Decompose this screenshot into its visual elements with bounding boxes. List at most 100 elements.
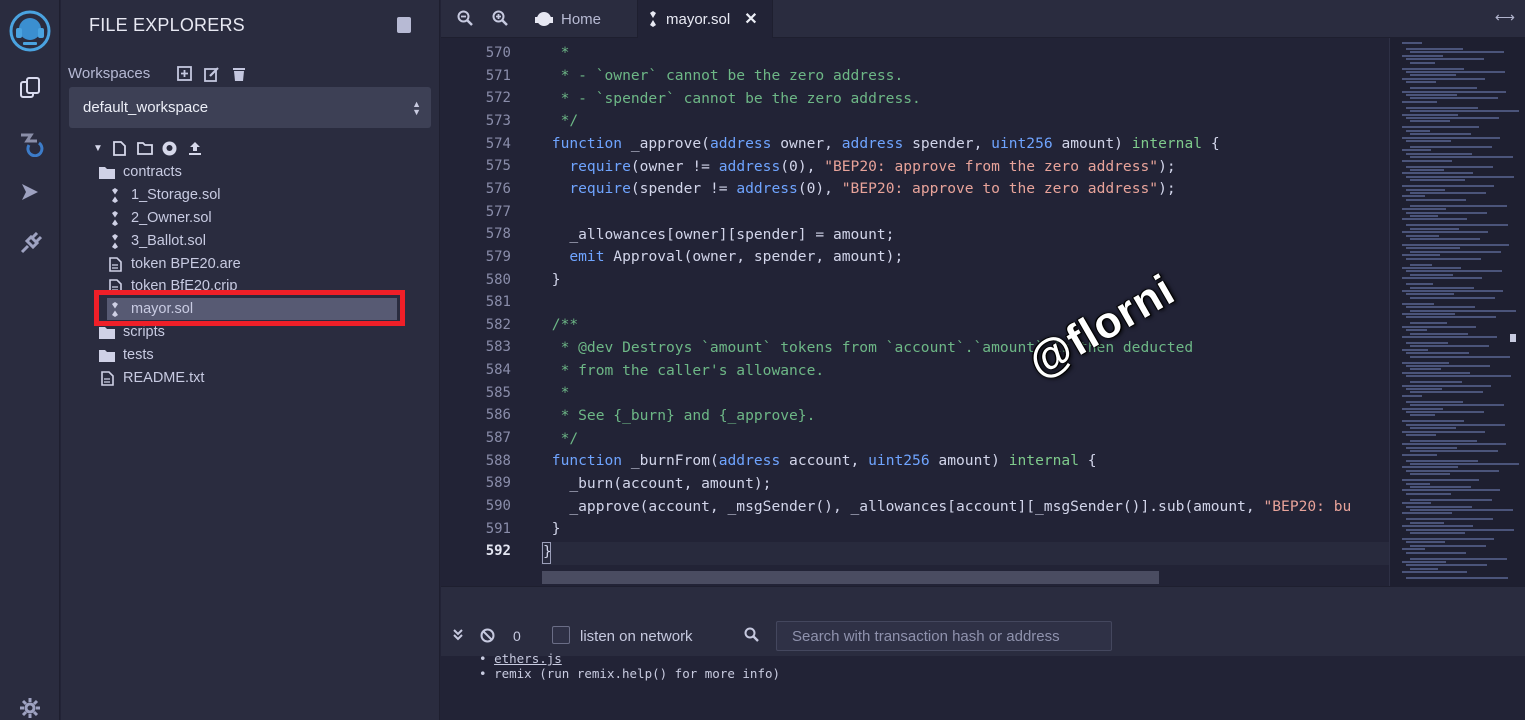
tab-active-label: mayor.sol xyxy=(666,10,731,28)
line-number: 583 xyxy=(485,339,511,356)
code-editor[interactable]: 570 571 572 573 574 575 576 577 578 579 580 581 582 5… xyxy=(441,38,1389,586)
clear-terminal-icon[interactable] xyxy=(480,628,495,646)
folder-icon xyxy=(99,164,115,180)
file-tree-file[interactable]: README.txt xyxy=(99,367,204,389)
create-workspace-icon[interactable] xyxy=(175,64,194,83)
minimap-line xyxy=(1402,407,1443,410)
solidity-file-icon xyxy=(107,187,123,203)
terminal-output: • ethers.js • remix (run remix.help() fo… xyxy=(441,651,1525,720)
minimap-line xyxy=(1410,97,1498,100)
minimap-line xyxy=(1410,450,1498,453)
minimap-line xyxy=(1402,302,1434,305)
expand-horizontal-icon[interactable]: ⟷ xyxy=(1495,9,1515,26)
listen-network-checkbox[interactable] xyxy=(552,626,570,644)
folder-icon xyxy=(99,347,115,363)
rename-workspace-icon[interactable] xyxy=(202,64,221,83)
docs-book-icon[interactable] xyxy=(397,17,411,33)
minimap-line xyxy=(1406,106,1478,109)
editor-minimap[interactable] xyxy=(1389,38,1525,586)
terminal-toolbar: 0 listen on network Search with transact… xyxy=(441,586,1525,656)
file-tree-file[interactable]: 2_Owner.sol xyxy=(107,207,212,229)
minimap-line xyxy=(1402,42,1422,44)
panel-title: FILE EXPLORERS xyxy=(89,15,245,35)
minimap-line xyxy=(1402,313,1455,315)
horizontal-scrollbar[interactable] xyxy=(542,571,1159,584)
remix-logo-icon[interactable] xyxy=(0,8,60,54)
minimap-line xyxy=(1402,325,1476,328)
compiler-icon[interactable] xyxy=(0,122,60,162)
minimap-line xyxy=(1410,87,1477,90)
minimap-line xyxy=(1402,67,1464,70)
minimap-line xyxy=(1402,561,1446,563)
settings-gear-icon[interactable] xyxy=(19,697,41,719)
select-arrows-icon: ▲ ▼ xyxy=(412,99,421,117)
minimap-line xyxy=(1410,557,1507,560)
plugin-manager-icon[interactable] xyxy=(0,224,60,264)
code-line-586: * See {_burn} and {_approve}. xyxy=(543,407,816,424)
code-line-576: require(spender != address(0), "BEP20: a… xyxy=(543,180,1176,197)
new-file-icon[interactable] xyxy=(111,140,128,157)
minimap-line xyxy=(1406,482,1430,485)
minimap-line xyxy=(1402,185,1494,188)
minimap-line xyxy=(1406,152,1472,155)
new-folder-icon[interactable] xyxy=(136,140,153,157)
minimap-line xyxy=(1410,250,1501,253)
minimap-slider[interactable] xyxy=(1510,334,1516,342)
code-line-570: * xyxy=(543,44,570,61)
file-tree-folder[interactable]: tests xyxy=(99,344,154,366)
minimap-line xyxy=(1406,283,1433,286)
file-explorer-icon[interactable] xyxy=(0,68,60,108)
minimap-line xyxy=(1402,244,1509,246)
minimap-line xyxy=(1402,420,1464,423)
minimap-line xyxy=(1402,502,1431,505)
tab-home-label: Home xyxy=(561,10,602,28)
tab-home[interactable]: Home xyxy=(535,0,601,38)
folder-icon xyxy=(99,324,115,340)
upload-icon[interactable] xyxy=(186,140,203,157)
file-tree-file[interactable]: 1_Storage.sol xyxy=(107,184,220,206)
code-line-585: * xyxy=(543,384,570,401)
workspace-select[interactable]: default_workspace ▲ ▼ xyxy=(69,87,431,128)
github-icon[interactable] xyxy=(161,140,178,157)
code-line-574: function _approve(address owner, address… xyxy=(543,135,1220,152)
minimap-line xyxy=(1402,90,1506,93)
code-line-588: function _burnFrom(address account, uint… xyxy=(543,452,1097,469)
minimap-line xyxy=(1406,188,1445,191)
deploy-icon[interactable] xyxy=(0,172,60,212)
caret-down-icon[interactable]: ▼ xyxy=(93,140,103,157)
minimap-line xyxy=(1402,548,1425,551)
minimap-line xyxy=(1410,61,1435,64)
collapse-terminal-icon[interactable] xyxy=(452,628,464,644)
minimap-line xyxy=(1406,492,1451,495)
file-tree-label: token BPE20.are xyxy=(131,256,241,272)
minimap-line xyxy=(1410,322,1447,325)
tab-mayor-sol[interactable]: mayor.sol ✕ xyxy=(637,0,773,38)
transaction-search-input[interactable]: Search with transaction hash or address xyxy=(776,621,1112,651)
line-number: 589 xyxy=(485,475,511,492)
minimap-line xyxy=(1402,443,1506,446)
minimap-line xyxy=(1410,473,1450,476)
file-tree-folder[interactable]: contracts xyxy=(99,161,182,183)
minimap-line xyxy=(1402,571,1467,574)
delete-workspace-icon[interactable] xyxy=(229,64,248,83)
minimap-line xyxy=(1410,567,1438,570)
close-tab-icon[interactable]: ✕ xyxy=(744,9,757,29)
minimap-line xyxy=(1402,54,1443,57)
code-line-587: */ xyxy=(543,430,579,447)
minimap-line xyxy=(1406,388,1442,390)
line-number: 581 xyxy=(485,294,511,311)
line-number: 585 xyxy=(485,384,511,401)
minimap-line xyxy=(1406,505,1472,508)
remix-ide: FILE EXPLORERS Workspaces default_worksp… xyxy=(0,0,1525,720)
file-tree-label: scripts xyxy=(123,324,165,340)
zoom-out-icon[interactable] xyxy=(457,10,475,28)
minimap-line xyxy=(1410,532,1465,534)
line-number: 579 xyxy=(485,248,511,265)
terminal-line-ethers: • ethers.js xyxy=(479,651,562,666)
line-number: 574 xyxy=(485,135,511,152)
zoom-in-icon[interactable] xyxy=(492,10,510,28)
file-tree-file[interactable]: token BPE20.are xyxy=(107,253,241,275)
file-tree-file[interactable]: 3_Ballot.sol xyxy=(107,230,206,252)
